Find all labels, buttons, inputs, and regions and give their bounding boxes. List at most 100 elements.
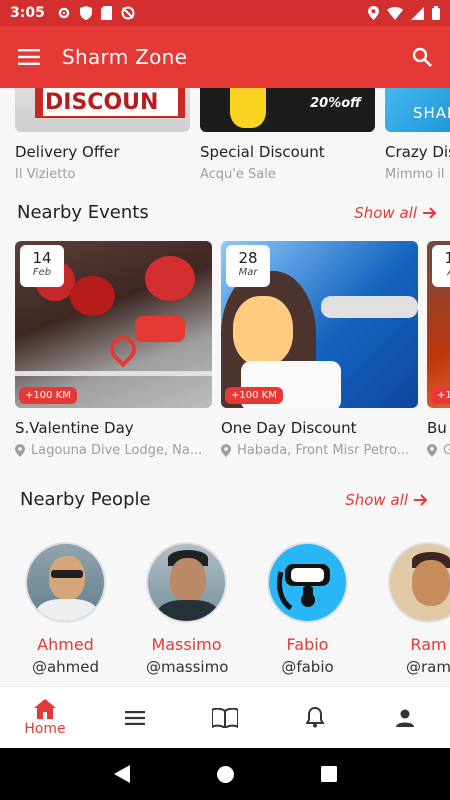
- event-month: Ap: [432, 267, 450, 278]
- system-nav-bar: [0, 748, 450, 800]
- offer-card[interactable]: 20%off Special Discount Acqu'e Sale: [200, 88, 375, 182]
- event-month: Mar: [238, 267, 258, 278]
- nav-book[interactable]: [180, 687, 270, 748]
- offer-card[interactable]: SHARM Crazy Discount Mimmo il: [385, 88, 450, 182]
- person-icon: [396, 709, 414, 727]
- offer-banner-text: SHARM: [413, 104, 450, 122]
- event-location-text: Lagouna Dive Lodge, Na...: [31, 443, 203, 458]
- offer-card[interactable]: DISCOUN Delivery Offer Il Vizietto: [15, 88, 190, 182]
- event-title: One Day Discount: [221, 419, 357, 437]
- people-heading: Nearby People: [20, 489, 151, 510]
- event-month: Feb: [32, 267, 52, 278]
- event-day: 14: [32, 249, 52, 267]
- app-title: Sharm Zone: [62, 45, 188, 69]
- person-handle: @fabio: [281, 658, 334, 676]
- event-image: 10 Ap +10: [427, 241, 450, 408]
- location-status-icon: [368, 6, 379, 20]
- event-location-text: Habada, Front Misr Petro...: [237, 443, 410, 458]
- offer-subtitle: Il Vizietto: [15, 167, 76, 182]
- person-handle: @ram: [406, 658, 450, 676]
- bottom-nav: Home: [0, 686, 450, 748]
- events-carousel[interactable]: 14 Feb +100 KM S.Valentine Day Lagouna D…: [15, 241, 450, 458]
- diver-avatar: [267, 542, 348, 623]
- event-image: 14 Feb +100 KM: [15, 241, 212, 408]
- location-pin-icon: [15, 444, 25, 457]
- event-image: 28 Mar +100 KM: [221, 241, 418, 408]
- home-icon: [34, 698, 56, 719]
- event-card[interactable]: 28 Mar +100 KM One Day Discount Habada, …: [221, 241, 418, 458]
- location-pin-icon: [427, 444, 437, 457]
- offer-banner-text: 20%off: [310, 96, 361, 111]
- back-icon[interactable]: [113, 765, 130, 783]
- bell-icon: [306, 707, 324, 728]
- event-location: Habada, Front Misr Petro...: [221, 443, 418, 458]
- diver-mask-icon: [269, 544, 346, 621]
- person-card[interactable]: Massimo @massimo: [146, 542, 229, 676]
- list-icon: [125, 710, 145, 725]
- show-all-label: Show all: [354, 203, 417, 222]
- person-name: Massimo: [151, 635, 222, 654]
- arrow-right-icon: [414, 493, 428, 506]
- person-card[interactable]: Ram @ram: [388, 542, 450, 676]
- status-time: 3:05: [10, 5, 45, 21]
- event-location: Lagouna Dive Lodge, Na...: [15, 443, 212, 458]
- main-content[interactable]: DISCOUN Delivery Offer Il Vizietto 20%of…: [0, 88, 450, 686]
- offer-title: Crazy Discount: [385, 143, 450, 161]
- event-day: 10: [444, 249, 450, 267]
- person-name: Ram: [410, 635, 447, 654]
- event-date-badge: 10 Ap: [432, 245, 450, 287]
- event-day: 28: [238, 249, 258, 267]
- person-handle: @massimo: [146, 658, 229, 676]
- menu-icon[interactable]: [18, 49, 40, 65]
- event-card[interactable]: 10 Ap +10 Bu G: [427, 241, 450, 458]
- people-carousel[interactable]: Ahmed @ahmed Massimo @massimo Fabio @fab…: [25, 542, 450, 676]
- event-distance-badge: +100 KM: [19, 387, 77, 404]
- offer-image: 20%off: [200, 88, 375, 132]
- app-bar: Sharm Zone: [0, 26, 450, 88]
- people-show-all-link[interactable]: Show all: [345, 491, 428, 509]
- person-name: Fabio: [286, 635, 329, 654]
- event-location-text: G: [443, 443, 450, 458]
- offers-carousel[interactable]: DISCOUN Delivery Offer Il Vizietto 20%of…: [15, 88, 450, 182]
- offer-banner-text: DISCOUN: [45, 90, 159, 115]
- nav-profile[interactable]: [360, 687, 450, 748]
- person-handle: @ahmed: [31, 658, 100, 676]
- battery-status-icon: [432, 6, 440, 20]
- offer-title: Special Discount: [200, 143, 325, 161]
- avatar: [388, 542, 450, 623]
- recents-icon[interactable]: [320, 766, 337, 782]
- settings-status-icon: [58, 7, 70, 19]
- event-distance-badge: +100 KM: [225, 387, 283, 404]
- event-title: Bu: [427, 419, 447, 437]
- home-circle-icon[interactable]: [216, 765, 234, 783]
- event-location: G: [427, 443, 450, 458]
- offer-image: SHARM: [385, 88, 450, 132]
- location-pin-icon: [221, 444, 231, 457]
- nav-home[interactable]: Home: [0, 687, 90, 748]
- offer-subtitle: Acqu'e Sale: [200, 167, 276, 182]
- event-title: S.Valentine Day: [15, 419, 134, 437]
- offer-subtitle: Mimmo il: [385, 167, 445, 182]
- offer-image: DISCOUN: [15, 88, 190, 132]
- person-name: Ahmed: [37, 635, 94, 654]
- event-distance-badge: +10: [431, 387, 450, 404]
- people-section-header: Nearby People Show all: [20, 489, 428, 510]
- book-icon: [212, 707, 238, 728]
- events-section-header: Nearby Events Show all: [17, 202, 437, 223]
- shield-status-icon: [79, 6, 92, 20]
- sd-card-status-icon: [100, 6, 112, 20]
- avatar: [146, 542, 227, 623]
- search-icon[interactable]: [412, 47, 432, 67]
- wifi-status-icon: [387, 6, 403, 20]
- show-all-label: Show all: [345, 490, 408, 509]
- nav-notifications[interactable]: [270, 687, 360, 748]
- event-card[interactable]: 14 Feb +100 KM S.Valentine Day Lagouna D…: [15, 241, 212, 458]
- events-show-all-link[interactable]: Show all: [354, 204, 437, 222]
- nav-list[interactable]: [90, 687, 180, 748]
- events-heading: Nearby Events: [17, 202, 149, 223]
- event-date-badge: 28 Mar: [226, 245, 270, 287]
- signal-status-icon: [411, 6, 424, 20]
- person-card[interactable]: Fabio @fabio: [267, 542, 348, 676]
- arrow-right-icon: [423, 206, 437, 219]
- person-card[interactable]: Ahmed @ahmed: [25, 542, 106, 676]
